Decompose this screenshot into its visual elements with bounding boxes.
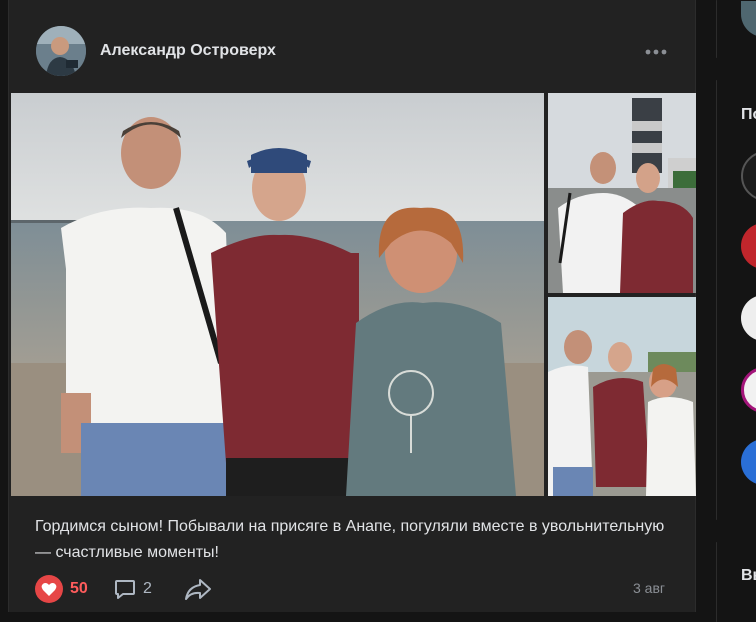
comment-button[interactable]: 2 — [113, 572, 152, 606]
like-button[interactable]: 50 — [35, 572, 88, 606]
sidebar-community-3[interactable] — [741, 295, 756, 341]
sidebar-card-2-title: По — [741, 106, 756, 123]
author-avatar[interactable] — [36, 26, 86, 76]
sidebar-avatar-1[interactable] — [741, 1, 756, 37]
post-date[interactable]: 3 авг — [633, 580, 665, 596]
post-photo-3[interactable] — [548, 297, 696, 496]
post-card: Александр Островерх Гордимся сыном! Побы… — [8, 0, 696, 612]
heart-icon — [35, 575, 63, 603]
share-button[interactable] — [183, 575, 213, 603]
share-icon — [185, 579, 211, 600]
sidebar-community-4[interactable] — [741, 367, 756, 413]
like-count: 50 — [70, 580, 88, 597]
sidebar-card-2: По — [716, 80, 756, 520]
sidebar-card-1 — [716, 0, 756, 58]
comment-count: 2 — [143, 580, 152, 597]
sidebar-card-3-title: Вы — [741, 567, 756, 584]
more-options-icon[interactable] — [643, 42, 669, 62]
sidebar-community-5[interactable] — [741, 439, 756, 485]
author-name[interactable]: Александр Островерх — [100, 42, 276, 60]
post-caption: Гордимся сыном! Побывали на присяге в Ан… — [35, 518, 665, 561]
sidebar-card-3: Вы — [716, 542, 756, 622]
post-photo-2[interactable] — [548, 93, 696, 293]
sidebar-community-2[interactable] — [741, 223, 756, 269]
post-actions: 50 2 3 авг — [35, 572, 685, 606]
post-photo-main[interactable] — [11, 93, 544, 496]
sidebar-community-1[interactable] — [741, 151, 756, 201]
comment-icon — [115, 580, 135, 599]
